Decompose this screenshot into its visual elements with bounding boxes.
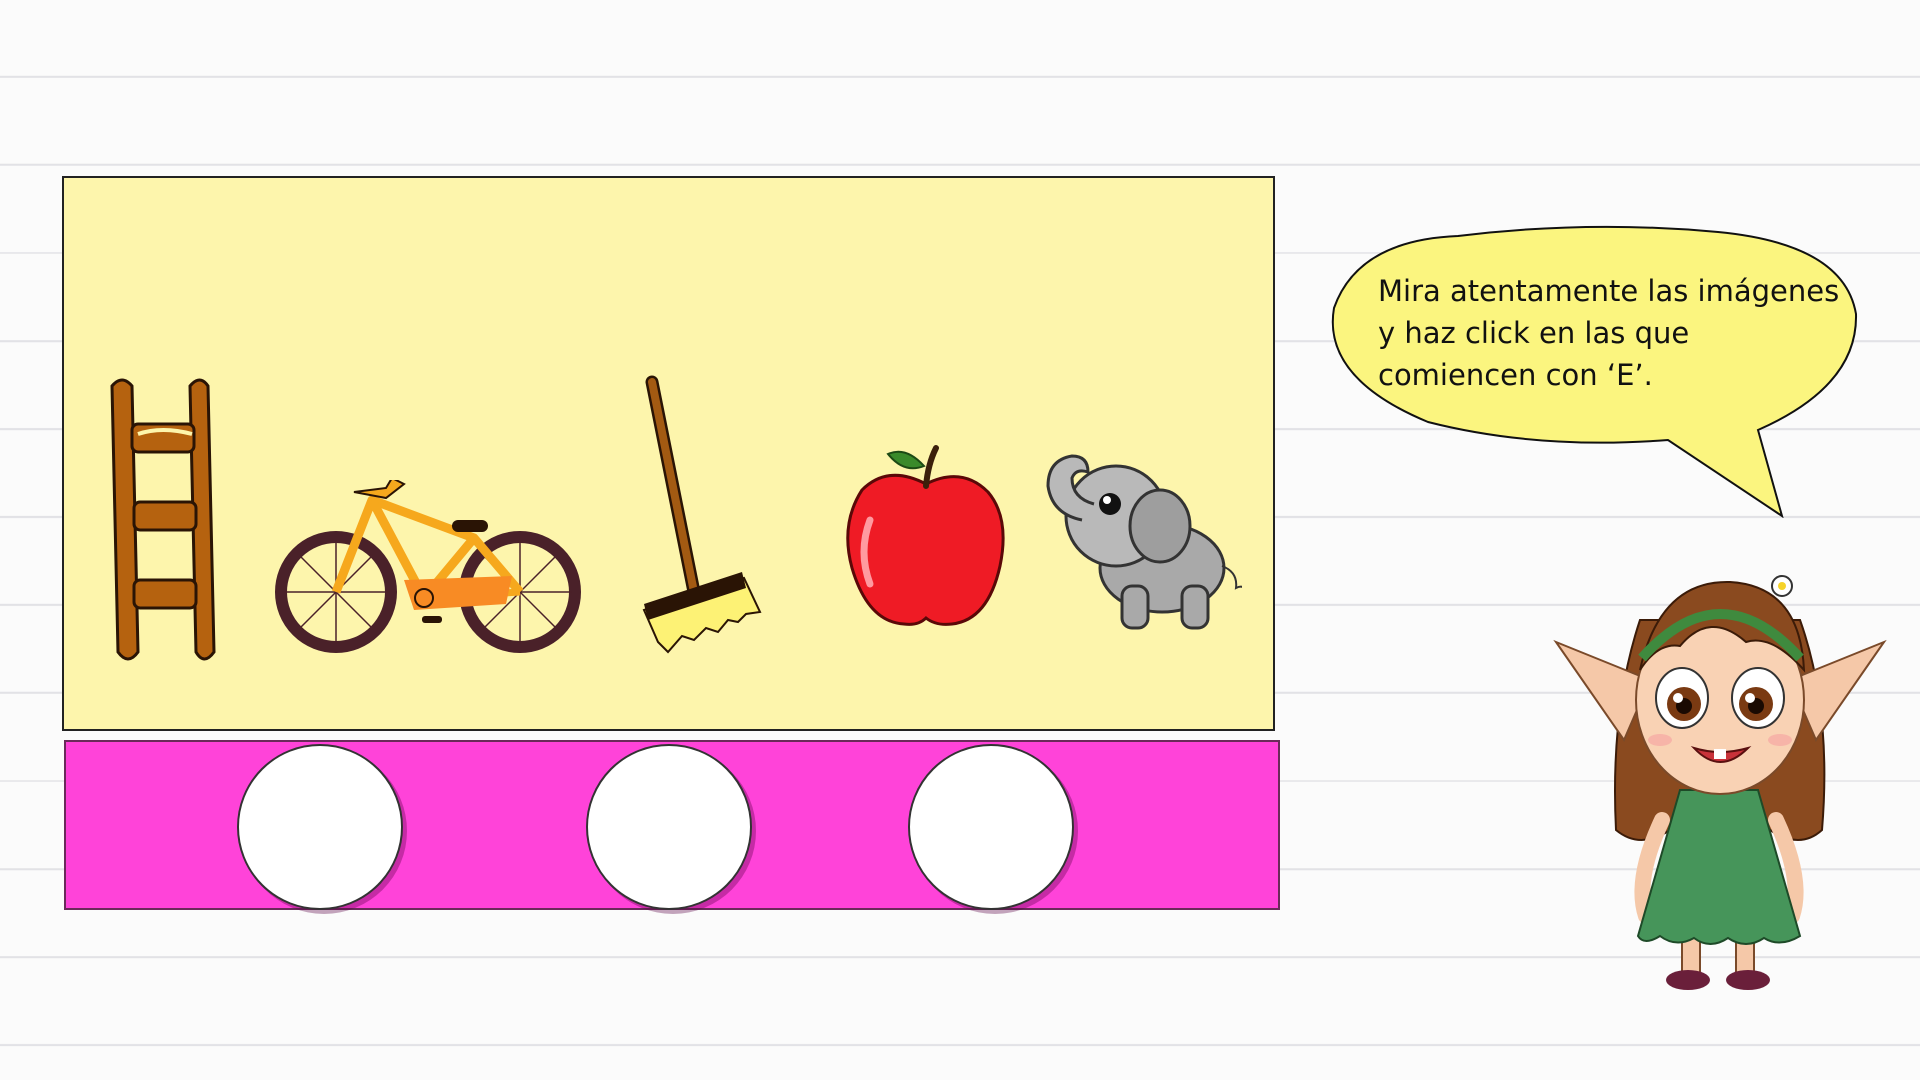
elephant-icon[interactable] — [1042, 446, 1242, 636]
apple-icon[interactable] — [844, 444, 1009, 629]
broom-icon[interactable] — [642, 374, 772, 656]
answer-slot-1[interactable] — [237, 744, 403, 910]
answer-slot-2[interactable] — [586, 744, 752, 910]
instruction-text: Mira atentamente las imágenes y haz clic… — [1378, 274, 1840, 392]
ladder-icon[interactable] — [104, 374, 224, 664]
answer-slot-3[interactable] — [908, 744, 1074, 910]
bicycle-icon[interactable] — [274, 480, 594, 655]
image-board — [62, 176, 1275, 731]
elf-character — [1550, 550, 1890, 1000]
speech-bubble: Mira atentamente las imágenes y haz clic… — [1318, 218, 1868, 518]
answer-bar — [64, 740, 1280, 910]
